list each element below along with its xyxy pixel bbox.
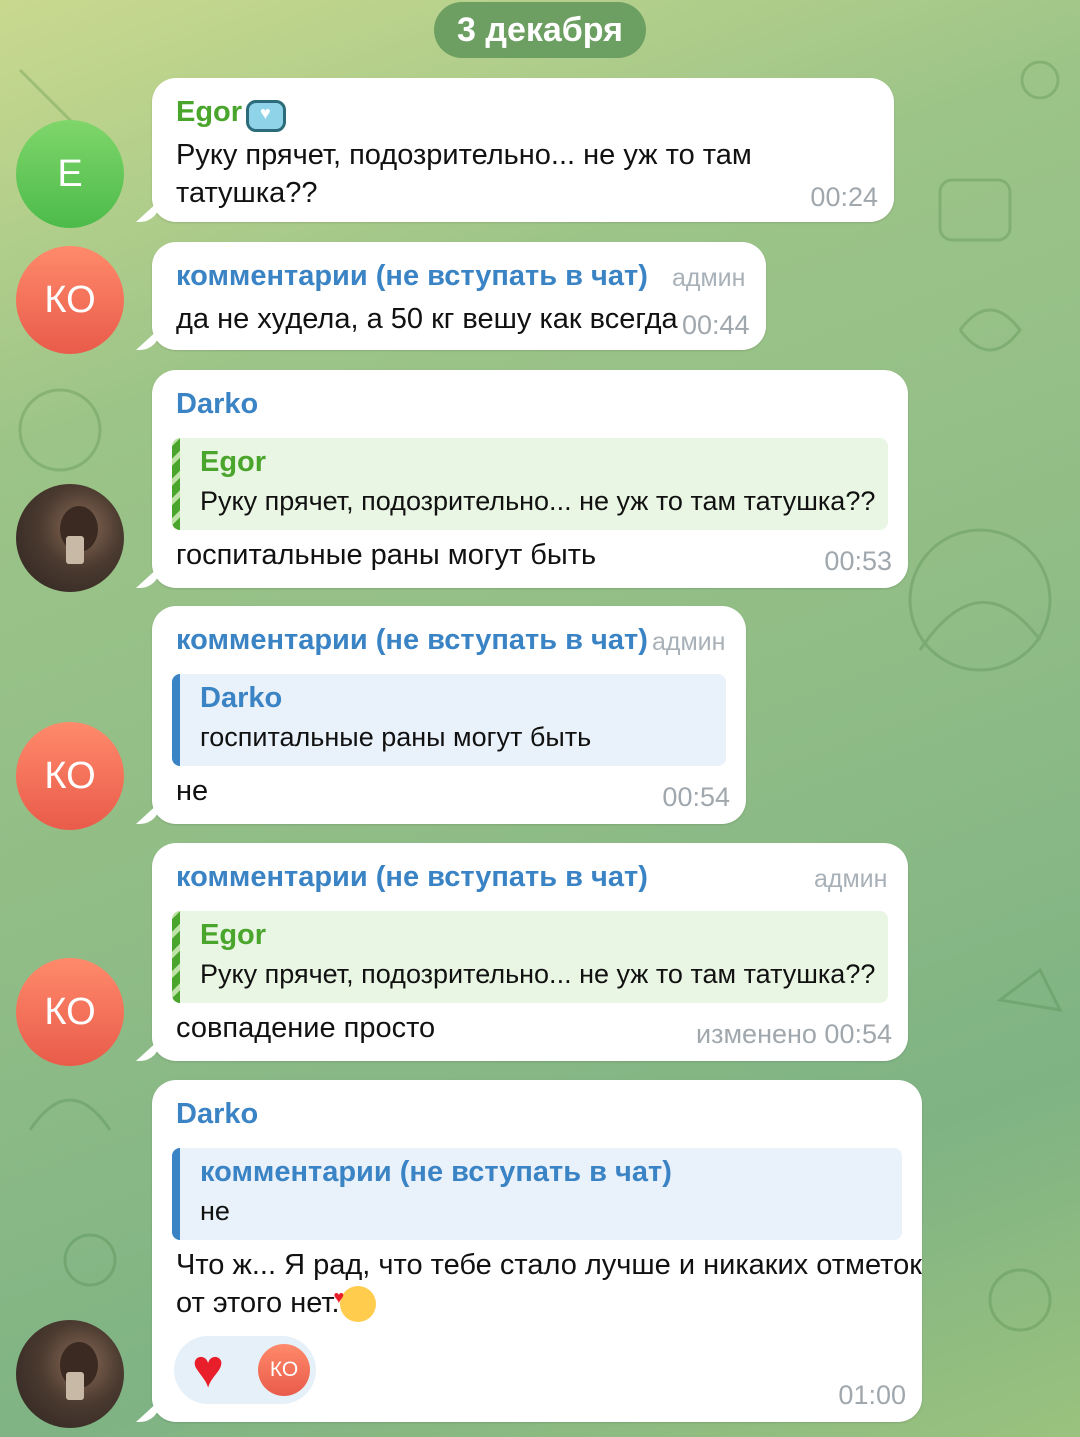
sender-name[interactable]: комментарии (не вступать в чат)	[176, 260, 648, 293]
message-text: совпадение просто	[176, 1012, 436, 1044]
message-bubble[interactable]: комментарии (не вступать в чат) админ Eg…	[152, 843, 908, 1061]
reply-bar	[172, 438, 180, 530]
avatar-photo-phone	[66, 1372, 84, 1400]
avatar-ko[interactable]: КО	[16, 246, 124, 354]
message-text-line2: от этого нет.	[176, 1278, 376, 1323]
message-time: 00:54	[662, 782, 730, 812]
avatar-egor[interactable]: E	[16, 120, 124, 228]
reply-sender: Egor	[200, 446, 267, 478]
smiling-face-with-hearts-icon	[334, 1278, 376, 1323]
message-bubble[interactable]: Darko Egor Руку прячет, подозрительно...…	[152, 370, 908, 588]
message-bubble[interactable]: комментарии (не вступать в чат) админ Da…	[152, 606, 746, 824]
avatar-ko[interactable]: КО	[16, 958, 124, 1066]
reply-text: госпитальные раны могут быть	[200, 722, 592, 752]
reaction-avatar: КО	[258, 1344, 310, 1396]
reply-quote[interactable]: Egor Руку прячет, подозрительно... не уж…	[172, 438, 888, 530]
message-time-edited: изменено 00:54	[696, 1019, 892, 1049]
message-time: 00:24	[810, 182, 878, 212]
avatar-ko[interactable]: КО	[16, 722, 124, 830]
message-text: госпитальные раны могут быть	[176, 539, 597, 571]
heart-box-emoji-icon	[246, 100, 286, 132]
reply-sender: Darko	[200, 682, 283, 714]
admin-badge: админ	[672, 264, 746, 292]
reply-bar	[172, 911, 180, 1003]
reply-sender: Egor	[200, 919, 267, 951]
reply-quote[interactable]: Darko госпитальные раны могут быть	[172, 674, 726, 766]
sender-name[interactable]: Darko	[176, 1098, 258, 1131]
admin-badge: админ	[814, 865, 888, 893]
avatar-photo-phone	[66, 536, 84, 564]
avatar-darko[interactable]	[16, 484, 124, 592]
message-text: не	[176, 775, 209, 807]
message-text: Руку прячет, подозрительно... не уж то т…	[176, 139, 752, 209]
message-text-line2-content: от этого нет.	[176, 1287, 340, 1319]
message-bubble[interactable]: Darko комментарии (не вступать в чат) не…	[152, 1080, 922, 1422]
reply-quote[interactable]: комментарии (не вступать в чат) не	[172, 1148, 902, 1240]
message-time: 01:00	[838, 1380, 906, 1410]
message-bubble[interactable]: комментарии (не вступать в чат) админ да…	[152, 242, 766, 350]
admin-badge: админ	[652, 628, 726, 656]
reaction-heart[interactable]: ♥ КО	[174, 1336, 316, 1404]
date-separator: 3 декабря	[434, 2, 646, 58]
heart-icon: ♥	[192, 1339, 225, 1399]
reply-sender: комментарии (не вступать в чат)	[200, 1156, 672, 1188]
message-text: да не худела, а 50 кг вешу как всегда	[176, 303, 678, 335]
message-time: 00:44	[682, 310, 750, 340]
reply-bar	[172, 1148, 180, 1240]
sender-name[interactable]: Egor	[176, 96, 242, 129]
avatar-darko[interactable]	[16, 1320, 124, 1428]
sender-name[interactable]: комментарии (не вступать в чат)	[176, 861, 648, 894]
sender-name[interactable]: Darko	[176, 388, 258, 421]
reply-quote[interactable]: Egor Руку прячет, подозрительно... не уж…	[172, 911, 888, 1003]
reply-text: Руку прячет, подозрительно... не уж то т…	[200, 959, 876, 989]
message-time: 00:53	[824, 546, 892, 576]
message-bubble[interactable]: Egor Руку прячет, подозрительно... не уж…	[152, 78, 894, 222]
reply-text: не	[200, 1196, 230, 1226]
reply-text: Руку прячет, подозрительно... не уж то т…	[200, 486, 876, 516]
message-text-line1: Что ж... Я рад, что тебе стало лучше и н…	[176, 1249, 922, 1281]
reply-bar	[172, 674, 180, 766]
sender-name[interactable]: комментарии (не вступать в чат)	[176, 624, 648, 657]
